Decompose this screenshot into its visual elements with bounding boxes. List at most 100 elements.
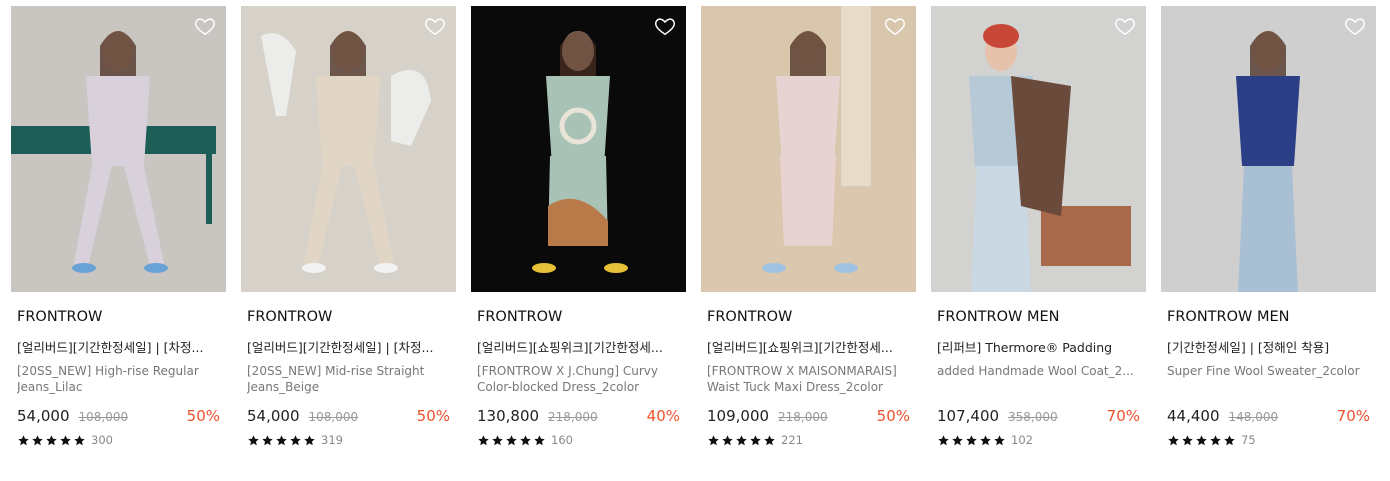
heart-outline-icon[interactable]: [194, 15, 216, 37]
sale-price: 109,000: [707, 407, 770, 425]
review-count: 300: [91, 433, 113, 447]
product-brand[interactable]: FRONTROW: [17, 309, 226, 325]
product-image[interactable]: [471, 6, 686, 292]
rating: 319: [247, 433, 456, 447]
product-image[interactable]: [1161, 6, 1376, 292]
original-price: 108,000: [78, 410, 129, 424]
star-icon: [1182, 434, 1193, 445]
product-name[interactable]: Super Fine Wool Sweater_2color: [1167, 363, 1372, 395]
star-icon: [980, 434, 991, 445]
review-count: 75: [1241, 433, 1256, 447]
product-brand[interactable]: FRONTROW MEN: [1167, 309, 1376, 325]
review-count: 221: [781, 433, 803, 447]
product-tags[interactable]: [얼리버드][쇼핑위크][기간한정세...: [477, 337, 682, 356]
product-brand[interactable]: FRONTROW: [707, 309, 916, 325]
product-name[interactable]: [20SS_NEW] High-rise Regular Jeans_Lilac: [17, 363, 222, 395]
rating: 221: [707, 433, 916, 447]
rating: 75: [1167, 433, 1376, 447]
heart-outline-icon[interactable]: [1344, 15, 1366, 37]
product-brand[interactable]: FRONTROW: [477, 309, 686, 325]
price-row: 107,400 358,000 70%: [937, 407, 1140, 425]
product-name[interactable]: added Handmade Wool Coat_2...: [937, 363, 1142, 395]
star-icon: [722, 434, 733, 445]
star-rating: [477, 434, 546, 447]
sale-price: 54,000: [17, 407, 70, 425]
product-tags[interactable]: [얼리버드][쇼핑위크][기간한정세...: [707, 337, 912, 356]
product-card-6[interactable]: FRONTROW MEN [기간한정세일] | [정해인 착용] Super F…: [1161, 6, 1376, 447]
price-row: 109,000 218,000 50%: [707, 407, 910, 425]
heart-outline-icon[interactable]: [884, 15, 906, 37]
original-price: 108,000: [308, 410, 359, 424]
product-brand[interactable]: FRONTROW MEN: [937, 309, 1146, 325]
star-icon: [290, 434, 301, 445]
star-icon: [46, 434, 57, 445]
star-icon: [764, 434, 775, 445]
discount-rate: 40%: [646, 407, 680, 425]
sale-price: 130,800: [477, 407, 540, 425]
rating: 300: [17, 433, 226, 447]
product-tags[interactable]: [기간한정세일] | [정해인 착용]: [1167, 337, 1372, 356]
product-brand[interactable]: FRONTROW: [247, 309, 456, 325]
price-row: 54,000 108,000 50%: [247, 407, 450, 425]
star-icon: [74, 434, 85, 445]
product-name[interactable]: [FRONTROW X J.Chung] Curvy Color-blocked…: [477, 363, 682, 395]
product-tags[interactable]: [얼리버드][기간한정세일] | [차정...: [17, 337, 222, 356]
star-icon: [32, 434, 43, 445]
heart-outline-icon[interactable]: [654, 15, 676, 37]
product-tags[interactable]: [리퍼브] Thermore® Padding: [937, 337, 1142, 356]
product-card-2[interactable]: FRONTROW [얼리버드][기간한정세일] | [차정... [20SS_N…: [241, 6, 456, 447]
star-rating: [1167, 434, 1236, 447]
price-row: 54,000 108,000 50%: [17, 407, 220, 425]
star-icon: [18, 434, 29, 445]
heart-outline-icon[interactable]: [424, 15, 446, 37]
star-icon: [262, 434, 273, 445]
star-icon: [966, 434, 977, 445]
review-count: 319: [321, 433, 343, 447]
star-icon: [520, 434, 531, 445]
star-icon: [60, 434, 71, 445]
star-icon: [1224, 434, 1235, 445]
review-count: 102: [1011, 433, 1033, 447]
star-rating: [247, 434, 316, 447]
original-price: 218,000: [778, 410, 828, 424]
product-image[interactable]: [931, 6, 1146, 292]
discount-rate: 50%: [186, 407, 220, 425]
price-row: 130,800 218,000 40%: [477, 407, 680, 425]
star-icon: [276, 434, 287, 445]
product-photo: [1161, 6, 1376, 292]
product-name[interactable]: [FRONTROW X MAISONMARAIS] Waist Tuck Max…: [707, 363, 912, 395]
star-rating: [707, 434, 776, 447]
product-card-3[interactable]: FRONTROW [얼리버드][쇼핑위크][기간한정세... [FRONTROW…: [471, 6, 686, 447]
discount-rate: 50%: [876, 407, 910, 425]
product-card-1[interactable]: FRONTROW [얼리버드][기간한정세일] | [차정... [20SS_N…: [11, 6, 226, 447]
star-icon: [304, 434, 315, 445]
product-name[interactable]: [20SS_NEW] Mid-rise Straight Jeans_Beige: [247, 363, 452, 395]
product-photo: [11, 6, 226, 292]
product-image[interactable]: [11, 6, 226, 292]
star-icon: [1168, 434, 1179, 445]
discount-rate: 50%: [416, 407, 450, 425]
product-card-4[interactable]: FRONTROW [얼리버드][쇼핑위크][기간한정세... [FRONTROW…: [701, 6, 916, 447]
star-rating: [937, 434, 1006, 447]
original-price: 148,000: [1228, 410, 1279, 424]
sale-price: 44,400: [1167, 407, 1220, 425]
star-icon: [708, 434, 719, 445]
heart-outline-icon[interactable]: [1114, 15, 1136, 37]
product-card-5[interactable]: FRONTROW MEN [리퍼브] Thermore® Padding add…: [931, 6, 1146, 447]
review-count: 160: [551, 433, 573, 447]
product-tags[interactable]: [얼리버드][기간한정세일] | [차정...: [247, 337, 452, 356]
sale-price: 107,400: [937, 407, 1000, 425]
star-icon: [492, 434, 503, 445]
sale-price: 54,000: [247, 407, 300, 425]
star-rating: [17, 434, 86, 447]
star-icon: [938, 434, 949, 445]
product-photo: [701, 6, 916, 292]
star-icon: [534, 434, 545, 445]
product-image[interactable]: [241, 6, 456, 292]
product-photo: [471, 6, 686, 292]
star-icon: [506, 434, 517, 445]
discount-rate: 70%: [1336, 407, 1370, 425]
star-icon: [994, 434, 1005, 445]
rating: 160: [477, 433, 686, 447]
product-image[interactable]: [701, 6, 916, 292]
